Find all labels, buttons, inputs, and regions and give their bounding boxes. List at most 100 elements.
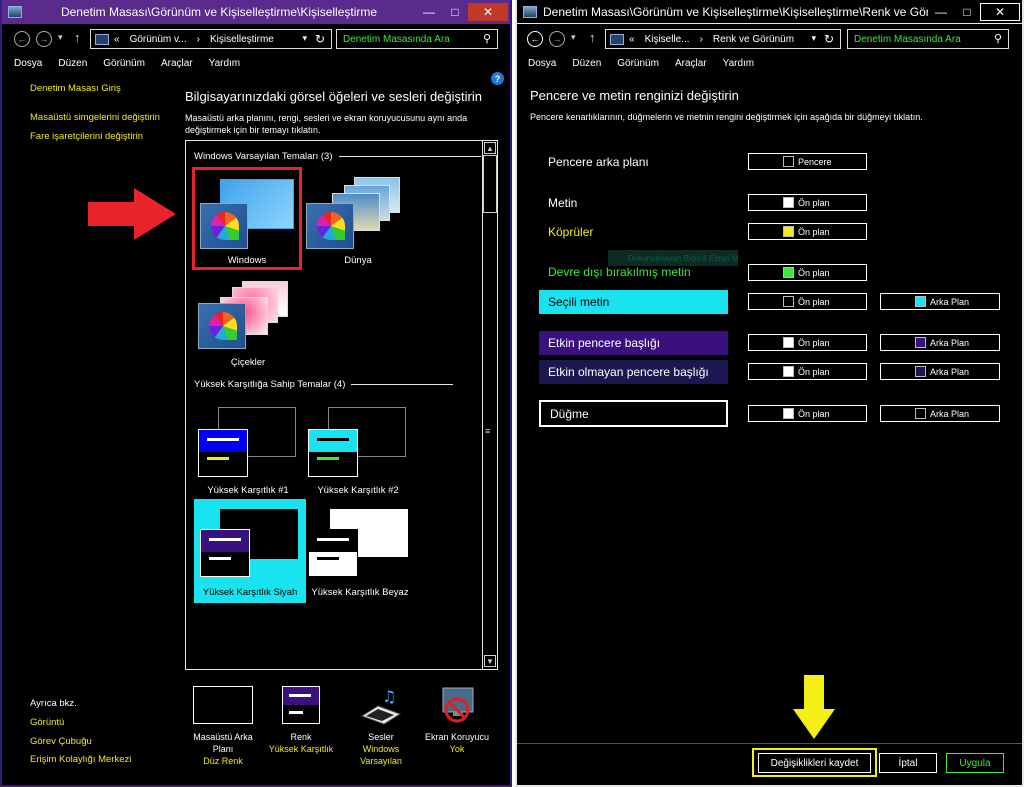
address-bar[interactable]: « Görünüm v... › Kişiselleştirme ▾ ↻	[90, 29, 332, 49]
color-value: Yüksek Karşıtlık	[268, 744, 334, 754]
maximize-button[interactable]: □	[442, 3, 468, 21]
description-line-1: Masaüstü arka planını, rengi, sesleri ve…	[185, 113, 468, 123]
menu-tools[interactable]: Araçlar	[675, 58, 707, 69]
group-default-label: Windows Varsayılan Temaları (3)	[194, 151, 333, 162]
desktop-background-label[interactable]: Masaüstü Arka Planı Düz Renk	[178, 731, 268, 767]
breadcrumb-separator[interactable]: ›	[700, 34, 703, 45]
inactive-title-background-button[interactable]: Arka Plan	[880, 363, 1000, 380]
button-background-button[interactable]: Arka Plan	[880, 405, 1000, 422]
theme-high-contrast-black[interactable]: Yüksek Karşıtlık Siyah	[194, 499, 306, 603]
help-icon[interactable]: ?	[491, 72, 504, 85]
breadcrumb-separator[interactable]: ›	[197, 34, 200, 45]
item-window-background[interactable]: Pencere arka planı	[548, 155, 649, 169]
yellow-arrow-annotation	[793, 675, 835, 739]
theme-windows[interactable]: Windows	[192, 167, 302, 270]
address-overflow[interactable]: «	[629, 34, 635, 45]
menu-tools[interactable]: Araçlar	[161, 58, 193, 69]
maximize-button[interactable]: □	[954, 3, 980, 21]
search-icon[interactable]: ⚲	[483, 32, 491, 45]
active-title-foreground-button[interactable]: Ön plan	[748, 334, 867, 351]
address-dropdown-icon[interactable]: ▾	[302, 33, 307, 44]
menu-file[interactable]: Dosya	[528, 58, 556, 69]
item-text[interactable]: Metin	[548, 196, 577, 210]
up-arrow-icon[interactable]: ↑	[589, 30, 596, 45]
item-hyperlinks[interactable]: Köprüler	[548, 225, 593, 239]
menu-edit[interactable]: Düzen	[572, 58, 601, 69]
search-input[interactable]: Denetim Masasında Ara ⚲	[847, 29, 1009, 49]
address-overflow[interactable]: «	[114, 34, 120, 45]
forward-button[interactable]: →	[36, 31, 52, 47]
window-background-color-button[interactable]: Pencere	[748, 153, 867, 170]
menu-help[interactable]: Yardım	[723, 58, 755, 69]
see-also-display-link[interactable]: Görüntü	[30, 717, 64, 728]
see-also-ease-of-access-link[interactable]: Erişim Kolaylığı Merkezi	[30, 754, 131, 765]
forward-button[interactable]: →	[549, 31, 565, 47]
sidebar-home-link[interactable]: Denetim Masası Giriş	[30, 83, 121, 94]
recent-pages-chevron-icon[interactable]: ▾	[571, 32, 576, 43]
scroll-down-icon[interactable]: ▼	[484, 655, 496, 667]
theme-list-scrollbar[interactable]: ▲ ≡ ▼	[482, 141, 497, 669]
hyperlink-foreground-button[interactable]: Ön plan	[748, 223, 867, 240]
breadcrumb-personalization[interactable]: Kişiselle...	[645, 34, 690, 45]
theme-high-contrast-1[interactable]: Yüksek Karşıtlık #1	[194, 403, 304, 501]
close-button[interactable]: ✕	[468, 3, 508, 21]
close-button[interactable]: ✕	[980, 2, 1020, 21]
recent-pages-chevron-icon[interactable]: ▾	[58, 32, 63, 43]
color-swatch	[915, 337, 926, 348]
save-changes-button[interactable]: Değişiklikleri kaydet	[758, 753, 871, 773]
inactive-title-foreground-button[interactable]: Ön plan	[748, 363, 867, 380]
back-button[interactable]: ←	[14, 31, 30, 47]
sounds-icon[interactable]: ♫	[360, 686, 402, 726]
menu-file[interactable]: Dosya	[14, 58, 42, 69]
scroll-thumb[interactable]	[483, 155, 497, 213]
apply-button[interactable]: Uygula	[946, 753, 1004, 773]
screen-saver-icon[interactable]	[437, 686, 477, 726]
text-foreground-button[interactable]: Ön plan	[748, 194, 867, 211]
button-foreground-button[interactable]: Ön plan	[748, 405, 867, 422]
theme-flowers[interactable]: Çiçekler	[196, 275, 300, 373]
cancel-button[interactable]: İptal	[879, 753, 937, 773]
item-selected-text[interactable]: Seçili metin	[539, 290, 728, 314]
group-divider	[338, 156, 481, 157]
address-dropdown-icon[interactable]: ▾	[811, 33, 816, 44]
screen-saver-value: Yok	[449, 744, 465, 754]
address-bar[interactable]: « Kişiselle... › Renk ve Görünüm ▾ ↻	[605, 29, 841, 49]
breadcrumb-personalization[interactable]: Kişiselleştirme	[210, 34, 274, 45]
scroll-up-icon[interactable]: ▲	[484, 142, 496, 154]
selected-text-foreground-button[interactable]: Ön plan	[748, 293, 867, 310]
minimize-button[interactable]: —	[928, 3, 954, 21]
screen-saver-label[interactable]: Ekran Koruyucu Yok	[412, 731, 502, 755]
menu-help[interactable]: Yardım	[209, 58, 241, 69]
scroll-grip-icon[interactable]: ≡	[485, 426, 490, 436]
theme-earth[interactable]: Dünya	[306, 171, 410, 271]
see-also-taskbar-link[interactable]: Görev Çubuğu	[30, 736, 92, 747]
theme-high-contrast-white[interactable]: Yüksek Karşıtlık Beyaz	[306, 503, 416, 601]
up-arrow-icon[interactable]: ↑	[74, 30, 81, 45]
selected-text-background-button[interactable]: Arka Plan	[880, 293, 1000, 310]
back-button[interactable]: ←	[527, 31, 543, 47]
color-label[interactable]: Renk Yüksek Karşıtlık	[256, 731, 346, 755]
search-icon[interactable]: ⚲	[994, 32, 1002, 45]
item-inactive-title[interactable]: Etkin olmayan pencere başlığı	[539, 360, 728, 384]
active-title-background-button[interactable]: Arka Plan	[880, 334, 1000, 351]
color-swatch	[783, 267, 794, 278]
theme-high-contrast-2[interactable]: Yüksek Karşıtlık #2	[304, 403, 414, 501]
item-active-title[interactable]: Etkin pencere başlığı	[539, 331, 728, 355]
sidebar-mouse-pointers-link[interactable]: Fare işaretçilerini değiştirin	[30, 131, 143, 142]
minimize-button[interactable]: —	[416, 3, 442, 21]
refresh-icon[interactable]: ↻	[824, 32, 834, 46]
desktop-background-tile[interactable]	[193, 686, 253, 724]
refresh-icon[interactable]: ↻	[315, 32, 325, 46]
search-input[interactable]: Denetim Masasında Ara ⚲	[336, 29, 498, 49]
sidebar-desktop-icons-link[interactable]: Masaüstü simgelerini değiştirin	[30, 112, 160, 123]
item-disabled-text[interactable]: Devre dışı bırakılmış metin	[548, 265, 691, 279]
disabled-text-foreground-button[interactable]: Ön plan	[748, 264, 867, 281]
breadcrumb-appearance[interactable]: Görünüm v...	[130, 34, 187, 45]
menu-edit[interactable]: Düzen	[58, 58, 87, 69]
breadcrumb-color-appearance[interactable]: Renk ve Görünüm	[713, 34, 794, 45]
item-button[interactable]: Düğme	[539, 400, 728, 427]
color-tile[interactable]	[282, 686, 320, 724]
color-swatch	[783, 296, 794, 307]
menu-view[interactable]: Görünüm	[617, 58, 659, 69]
menu-view[interactable]: Görünüm	[103, 58, 145, 69]
